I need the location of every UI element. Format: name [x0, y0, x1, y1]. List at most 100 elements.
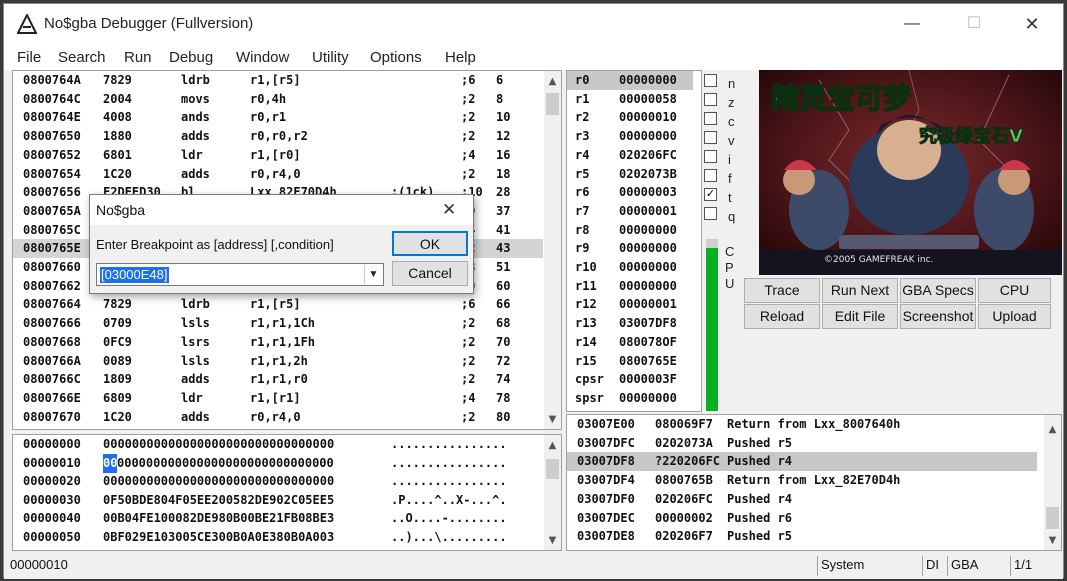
disassembly-row[interactable]: 08007668 0FC9 lsrs r1,r1,1Fh ;2 70 — [13, 333, 543, 352]
stack-row[interactable]: 03007DE8 020206F7 Pushed r5 — [567, 527, 1037, 546]
flag-c-checkbox[interactable] — [704, 112, 717, 125]
menu-help[interactable]: Help — [445, 49, 476, 66]
flag-z-checkbox[interactable] — [704, 93, 717, 106]
memory-cursor-byte[interactable]: 00 — [103, 453, 118, 473]
scroll-thumb[interactable] — [546, 459, 559, 479]
register-row[interactable]: r0 00000000 — [567, 71, 693, 90]
disassembly-row[interactable]: 0800766C 1809 adds r1,r1,r0 ;2 74 — [13, 370, 543, 389]
stack-pane[interactable]: 03007E00 080069F7 Return from Lxx_8007640h… — [566, 414, 1062, 551]
register-row[interactable]: r8 00000000 — [567, 221, 693, 240]
disasm-tot: 37 — [496, 203, 511, 218]
flag-q-checkbox[interactable] — [704, 207, 717, 220]
stack-row[interactable]: 03007DFC 0202073A Pushed r5 — [567, 434, 1037, 453]
memory-pane[interactable]: 00000000 00000000000000000000000000000000… — [12, 434, 562, 551]
ok-button[interactable]: OK — [392, 231, 468, 256]
flag-n-checkbox[interactable] — [704, 74, 717, 87]
cpu-specs-button[interactable]: CPU Specs — [978, 278, 1051, 321]
disassembly-row[interactable]: 0800764A 7829 ldrb r1,[r5] ;6 6 — [13, 71, 543, 90]
register-row[interactable]: r13 03007DF8 — [567, 314, 693, 333]
disassembly-row[interactable]: 0800766A 0089 lsls r1,r1,2h ;2 72 — [13, 352, 543, 371]
memory-row[interactable]: 00000000 00000000000000000000000000000000… — [13, 435, 543, 454]
run-next-button[interactable]: Run Next — [822, 278, 898, 303]
register-value: 0000003F — [619, 372, 677, 387]
registers-pane[interactable]: r0 00000000 r1 00000058 r2 00000010 r3 00000000… — [566, 70, 702, 412]
stack-scrollbar[interactable]: ▲ ▼ — [1044, 415, 1061, 550]
menu-window[interactable]: Window — [236, 49, 289, 66]
close-button[interactable]: ✕ — [1017, 12, 1047, 36]
menu-options[interactable]: Options — [370, 49, 422, 66]
register-name: cpsr — [575, 372, 604, 387]
register-row[interactable]: r9 00000000 — [567, 239, 693, 258]
scroll-down-icon[interactable]: ▼ — [544, 532, 561, 549]
edit-file-button[interactable]: Edit File — [822, 304, 898, 329]
register-row[interactable]: r2 00000010 — [567, 108, 693, 127]
gba-specs-button[interactable]: GBA Specs — [900, 278, 976, 303]
dialog-close-icon[interactable]: ✕ — [442, 200, 456, 220]
register-row[interactable]: r1 00000058 — [567, 90, 693, 109]
scroll-up-icon[interactable]: ▲ — [1044, 421, 1061, 438]
flag-f-checkbox[interactable] — [704, 169, 717, 182]
disassembly-scrollbar[interactable]: ▲ ▼ — [544, 71, 561, 429]
register-row[interactable]: r5 0202073B — [567, 165, 693, 184]
dropdown-arrow-icon[interactable]: ▼ — [364, 265, 382, 284]
memory-row[interactable]: 00000030 0F50BDE804F05EE200582DE902C05EE5… — [13, 491, 543, 510]
memory-row[interactable]: 00000050 0BF029E103005CE300B0A0E380B0A003… — [13, 528, 543, 547]
flag-c-label: c — [728, 114, 735, 129]
register-row[interactable]: r6 00000003 — [567, 183, 693, 202]
flag-v-checkbox[interactable] — [704, 131, 717, 144]
disassembly-row[interactable]: 0800766E 6809 ldr r1,[r1] ;4 78 — [13, 389, 543, 408]
register-row[interactable]: r12 00000001 — [567, 295, 693, 314]
menu-utility[interactable]: Utility — [312, 49, 349, 66]
disassembly-row[interactable]: 0800764E 4008 ands r0,r1 ;2 10 — [13, 108, 543, 127]
memory-row[interactable]: 00000020 00000000000000000000000000000000… — [13, 472, 543, 491]
flag-i-checkbox[interactable] — [704, 150, 717, 163]
screenshot-button[interactable]: Screenshot — [900, 304, 976, 329]
register-row[interactable]: r11 00000000 — [567, 277, 693, 296]
minimize-button[interactable]: — — [897, 12, 927, 36]
register-row[interactable]: spsr 00000000 — [567, 389, 693, 408]
menu-file[interactable]: File — [17, 49, 41, 66]
stack-row[interactable]: 03007DF8 ?220206FC Pushed r4 — [567, 452, 1037, 472]
memory-row[interactable]: 00000010 00 000000000000000000000000000000… — [13, 453, 543, 473]
scroll-thumb[interactable] — [1046, 507, 1059, 529]
disassembly-row[interactable]: 08007664 7829 ldrb r1,[r5] ;6 66 — [13, 295, 543, 314]
disassembly-row[interactable]: 08007670 1C20 adds r0,r4,0 ;2 80 — [13, 408, 543, 427]
scroll-down-icon[interactable]: ▼ — [1044, 532, 1061, 549]
register-row[interactable]: cpsr 0000003F — [567, 370, 693, 389]
register-row[interactable]: r15 0800765E — [567, 352, 693, 371]
menu-search[interactable]: Search — [58, 49, 106, 66]
disasm-tot: 51 — [496, 260, 511, 274]
stack-row[interactable]: 03007DF4 0800765B Return from Lxx_82E70D4h — [567, 471, 1037, 490]
disassembly-row[interactable]: 08007652 6801 ldr r1,[r0] ;4 16 — [13, 146, 543, 165]
disassembly-row[interactable]: 08007666 0709 lsls r1,r1,1Ch ;2 68 — [13, 314, 543, 333]
scroll-up-icon[interactable]: ▲ — [544, 73, 561, 90]
cpu-label-u: U — [725, 276, 735, 291]
register-row[interactable]: r14 080078OF — [567, 333, 693, 352]
menu-run[interactable]: Run — [124, 49, 152, 66]
disassembly-row[interactable]: 08007654 1C20 adds r0,r4,0 ;2 18 — [13, 165, 543, 184]
stack-row[interactable]: 03007DF0 020206FC Pushed r4 — [567, 490, 1037, 509]
breakpoint-input[interactable]: [03000E48] ▼ — [96, 263, 384, 286]
upload-button[interactable]: Upload — [978, 304, 1051, 329]
flag-t-checkbox[interactable]: ✓ — [704, 188, 717, 201]
memory-row[interactable]: 00000040 00B04FE100082DE980B00BE21FB08BE3… — [13, 509, 543, 528]
register-row[interactable]: r3 00000000 — [567, 127, 693, 146]
maximize-button[interactable]: ☐ — [959, 12, 989, 36]
memory-scrollbar[interactable]: ▲ ▼ — [544, 435, 561, 550]
disassembly-row[interactable]: 0800764C 2004 movs r0,4h ;2 8 — [13, 90, 543, 109]
menu-debug[interactable]: Debug — [169, 49, 213, 66]
scroll-thumb[interactable] — [546, 93, 559, 115]
scroll-down-icon[interactable]: ▼ — [544, 411, 561, 428]
cancel-button[interactable]: Cancel — [392, 261, 468, 286]
scroll-up-icon[interactable]: ▲ — [544, 437, 561, 454]
stack-row[interactable]: 03007E00 080069F7 Return from Lxx_8007640h — [567, 415, 1037, 434]
stack-row[interactable]: 03007DEC 00000002 Pushed r6 — [567, 509, 1037, 528]
disasm-args: r1,[r1] — [250, 390, 301, 405]
register-row[interactable]: r7 00000001 — [567, 202, 693, 221]
register-name: r9 — [575, 241, 590, 256]
register-row[interactable]: r4 020206FC — [567, 146, 693, 165]
reload-button[interactable]: Reload — [744, 304, 820, 329]
disassembly-row[interactable]: 08007650 1880 adds r0,r0,r2 ;2 12 — [13, 127, 543, 146]
trace-button[interactable]: Trace — [744, 278, 820, 303]
register-row[interactable]: r10 00000000 — [567, 258, 693, 277]
